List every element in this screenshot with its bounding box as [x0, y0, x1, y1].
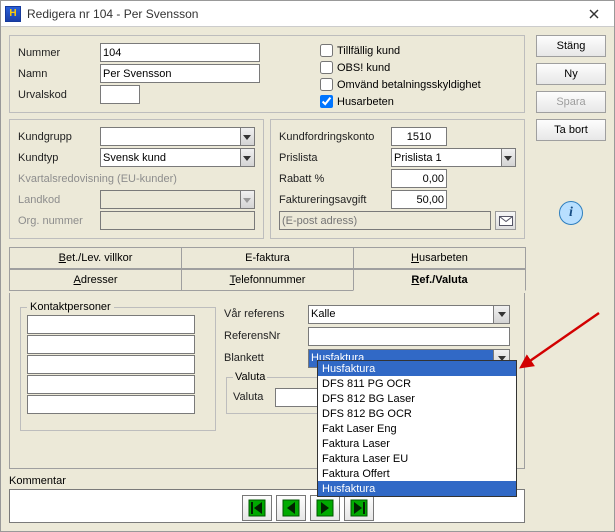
kontakt-input-3[interactable] [27, 355, 195, 374]
hus-check[interactable]: Husarbeten [320, 93, 516, 110]
obs-check[interactable]: OBS! kund [320, 59, 516, 76]
dropdown-option[interactable]: Husfaktura [318, 361, 516, 376]
dropdown-option[interactable]: Fakt Laser Eng [318, 421, 516, 436]
varref-select[interactable] [308, 305, 493, 324]
tab-husarbeten[interactable]: Husarbeten [353, 247, 526, 269]
kontakt-input-2[interactable] [27, 335, 195, 354]
konto-label: Kundfordringskonto [279, 131, 391, 143]
faktavgift-input[interactable] [391, 190, 447, 209]
left-kund-group: Kundgrupp Kundtyp Kvartalsredovis [9, 119, 264, 239]
nav-last-button[interactable] [344, 495, 374, 521]
varref-label: Vår referens [224, 308, 308, 320]
kvartals-label: Kvartalsredovisning (EU-kunder) [18, 173, 177, 185]
tab-efaktura[interactable]: E-faktura [181, 247, 354, 269]
kundtyp-select[interactable] [100, 148, 240, 167]
dropdown-option[interactable]: DFS 812 BG Laser [318, 391, 516, 406]
app-icon: H [5, 6, 21, 22]
dropdown-option[interactable]: Husfaktura [318, 481, 516, 496]
nummer-label: Nummer [18, 47, 100, 59]
new-button[interactable]: Ny [536, 63, 606, 85]
info-icon[interactable]: i [559, 201, 583, 225]
landkod-label: Landkod [18, 194, 100, 206]
record-nav [1, 495, 614, 521]
blankett-label: Blankett [224, 352, 308, 364]
landkod-dropdown-button [240, 190, 255, 209]
kundtyp-dropdown-button[interactable] [240, 148, 255, 167]
close-icon [589, 9, 599, 19]
refnr-label: ReferensNr [224, 330, 308, 342]
kundgrupp-label: Kundgrupp [18, 131, 100, 143]
kundgrupp-dropdown-button[interactable] [240, 127, 255, 146]
annotation-arrow [519, 309, 603, 379]
nav-prev-icon [282, 499, 300, 517]
varref-dropdown-button[interactable] [493, 305, 510, 324]
window-close-button[interactable] [578, 3, 610, 25]
right-kund-group: Kundfordringskonto Prislista Rabatt % [270, 119, 525, 239]
nav-next-icon [316, 499, 334, 517]
orgnr-label: Org. nummer [18, 215, 100, 227]
tab-bet-lev[interactable]: Bet./Lev. villkor [9, 247, 182, 269]
nav-first-icon [248, 499, 266, 517]
tillfallig-check[interactable]: Tillfällig kund [320, 42, 516, 59]
prislista-select[interactable] [391, 148, 501, 167]
kontakt-input-1[interactable] [27, 315, 195, 334]
dropdown-option[interactable]: DFS 812 BG OCR [318, 406, 516, 421]
top-group: Nummer Namn Urvalskod Tillfä [9, 35, 525, 113]
prislista-dropdown-button[interactable] [501, 148, 516, 167]
titlebar: H Redigera nr 104 - Per Svensson [1, 1, 614, 27]
valuta-legend: Valuta [233, 371, 267, 383]
kundtyp-label: Kundtyp [18, 152, 100, 164]
nav-prev-button[interactable] [276, 495, 306, 521]
kontakt-input-4[interactable] [27, 375, 195, 394]
epost-input [279, 211, 491, 230]
refnr-input[interactable] [308, 327, 510, 346]
landkod-select [100, 190, 240, 209]
nummer-input[interactable] [100, 43, 260, 62]
tab-adresser[interactable]: Adresser [9, 269, 182, 291]
close-button[interactable]: Stäng [536, 35, 606, 57]
nav-next-button[interactable] [310, 495, 340, 521]
email-icon [499, 216, 513, 226]
window-title: Redigera nr 104 - Per Svensson [27, 7, 578, 21]
tabstrip: Bet./Lev. villkor E-faktura Husarbeten A… [9, 247, 525, 293]
dropdown-option[interactable]: Faktura Laser EU [318, 451, 516, 466]
nav-last-icon [350, 499, 368, 517]
rabatt-input[interactable] [391, 169, 447, 188]
omv-check[interactable]: Omvänd betalningsskyldighet [320, 76, 516, 93]
dropdown-option[interactable]: Faktura Laser [318, 436, 516, 451]
urvalskod-input[interactable] [100, 85, 140, 104]
valuta-label: Valuta [233, 391, 275, 403]
rabatt-label: Rabatt % [279, 173, 391, 185]
dropdown-option[interactable]: DFS 811 PG OCR [318, 376, 516, 391]
blankett-dropdown-list[interactable]: HusfakturaDFS 811 PG OCRDFS 812 BG Laser… [317, 360, 517, 497]
delete-button[interactable]: Ta bort [536, 119, 606, 141]
faktavgift-label: Faktureringsavgift [279, 194, 391, 206]
epost-button[interactable] [495, 211, 516, 230]
tab-telefon[interactable]: Telefonnummer [181, 269, 354, 291]
kontakt-input-5[interactable] [27, 395, 195, 414]
prislista-label: Prislista [279, 152, 391, 164]
namn-input[interactable] [100, 64, 260, 83]
nav-first-button[interactable] [242, 495, 272, 521]
dropdown-option[interactable]: Faktura Offert [318, 466, 516, 481]
kontakt-group: Kontaktpersoner [20, 301, 216, 431]
save-button[interactable]: Spara [536, 91, 606, 113]
konto-input[interactable] [391, 127, 447, 146]
tab-ref-valuta[interactable]: Ref./Valuta [353, 269, 526, 291]
kontakt-legend: Kontaktpersoner [27, 301, 114, 313]
namn-label: Namn [18, 68, 100, 80]
kundgrupp-select[interactable] [100, 127, 240, 146]
orgnr-input [100, 211, 255, 230]
urvalskod-label: Urvalskod [18, 89, 100, 101]
